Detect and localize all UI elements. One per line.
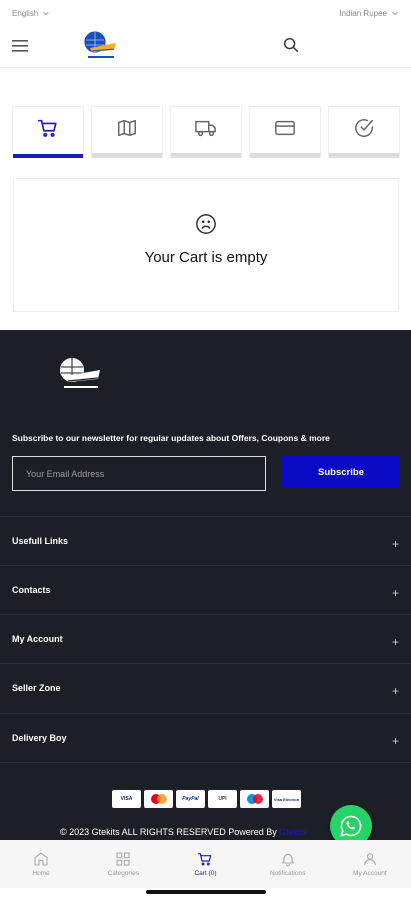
nav-notifications[interactable]: Notifications [248,851,328,877]
hamburger-menu-icon[interactable] [12,39,28,53]
step-confirm[interactable] [328,106,400,158]
gtekits-logo[interactable] [80,28,120,62]
step-indicator [329,153,399,158]
nav-categories[interactable]: Categories [83,851,163,877]
map-icon [118,119,136,136]
subscribe-button[interactable]: Subscribe [282,456,400,488]
accordion-label: Seller Zone [12,683,61,693]
step-indicator [250,153,320,158]
home-indicator [146,890,266,894]
nav-label: Home [32,870,50,877]
accordion-seller-zone[interactable]: Seller Zone + [0,663,411,712]
nav-my-account[interactable]: My Account [330,851,410,877]
grid-icon [116,852,130,866]
accordion-delivery-boy[interactable]: Delivery Boy + [0,713,411,762]
language-selector[interactable]: English [12,9,50,18]
step-payment[interactable] [249,106,321,158]
bottom-navigation: Home Categories Cart (0) Notifications M… [0,840,411,888]
footer-logo[interactable] [56,354,104,394]
email-field[interactable] [12,456,266,491]
accordion-label: Contacts [12,585,51,595]
cart-icon [38,119,57,137]
user-icon [363,853,376,866]
accordion-label: My Account [12,634,63,644]
whatsapp-icon [340,815,362,837]
step-shipping[interactable] [170,106,242,158]
copyright-text: © 2023 Gtekits ALL RIGHTS RESERVED Power… [60,827,308,837]
newsletter-text: Subscribe to our newsletter for regular … [12,433,330,443]
accordion-label: Delivery Boy [12,733,67,743]
step-indicator [171,153,241,158]
nav-home[interactable]: Home [1,851,81,877]
upi-icon: UPI [208,790,237,808]
truck-icon [195,120,216,136]
visa-electron-icon: Visa Electron [272,790,301,808]
nav-cart[interactable]: Cart (0) [165,851,245,877]
accordion-my-account[interactable]: My Account + [0,614,411,663]
plus-icon: + [391,684,399,698]
nav-label: My Account [353,870,387,877]
accordion-contacts[interactable]: Contacts + [0,565,411,614]
currency-selector[interactable]: Indian Rupee [339,9,399,18]
nav-label: Categories [107,870,139,877]
payment-methods: VISA PayPal UPI Visa Electron [112,790,301,808]
accordion-useful-links[interactable]: Usefull Links + [0,516,411,565]
nav-label: Notifications [269,870,306,877]
chevron-down-icon [43,11,49,16]
search-icon[interactable] [282,36,300,54]
empty-cart-panel: Your Cart is empty [13,178,399,312]
chevron-down-icon [392,11,398,16]
nav-label: Cart (0) [194,870,217,877]
paypal-icon: PayPal [176,790,205,808]
step-indicator [13,154,83,158]
plus-icon: + [391,734,399,748]
footer: Subscribe to our newsletter for regular … [0,330,411,840]
powered-by-link[interactable]: Gtekits [279,827,307,837]
currency-label: Indian Rupee [339,8,387,18]
accordion-label: Usefull Links [12,536,69,546]
step-indicator [92,153,162,158]
step-address[interactable] [91,106,163,158]
bell-icon [281,853,294,867]
sad-face-icon [196,214,216,234]
mastercard-icon [144,790,173,808]
page: English Indian Rupee Your Cart is empty … [0,0,411,900]
plus-icon: + [391,586,399,600]
maestro-icon [240,790,269,808]
divider [0,762,411,763]
check-circle-icon [355,118,373,137]
top-bar: English Indian Rupee [0,0,411,26]
card-icon [275,120,295,135]
home-icon [34,852,48,866]
checkout-steps [12,106,400,158]
header [0,26,411,68]
cart-icon [198,853,212,866]
visa-icon: VISA [112,790,141,808]
language-label: English [12,8,39,18]
step-cart[interactable] [12,106,84,158]
plus-icon: + [391,635,399,649]
empty-cart-message: Your Cart is empty [144,249,268,266]
plus-icon: + [391,537,399,551]
